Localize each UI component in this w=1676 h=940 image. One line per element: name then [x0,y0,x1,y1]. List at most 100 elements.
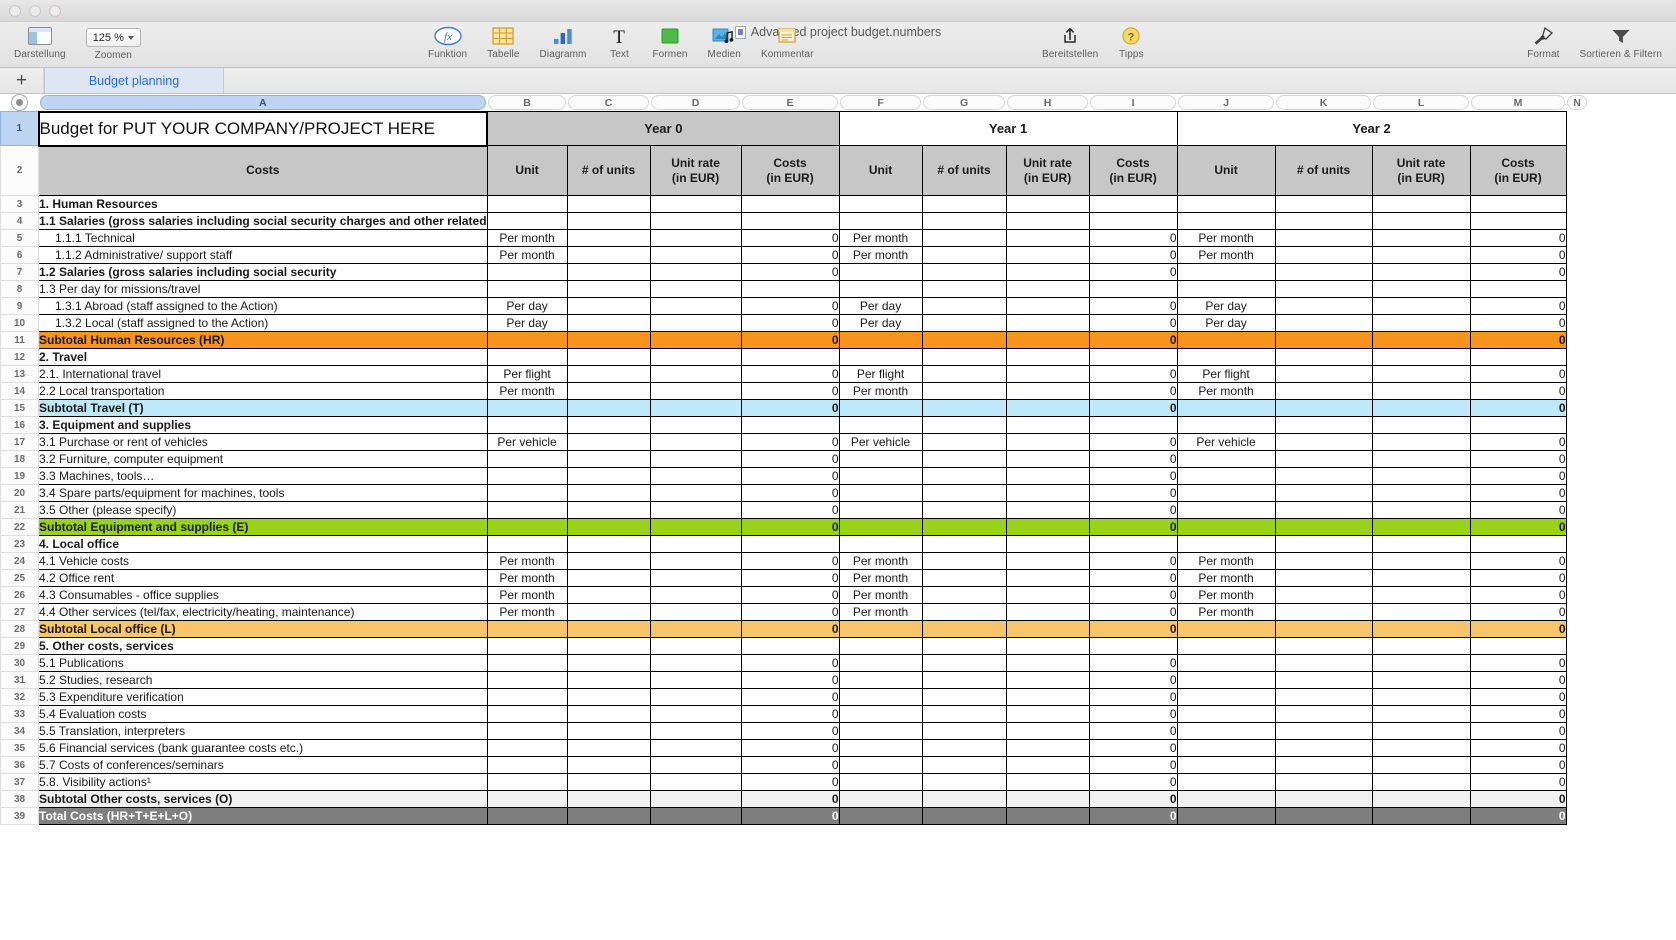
cell-y0-costs-r39[interactable]: 0 [741,808,839,825]
cell-y0-rate-r23[interactable] [650,536,741,553]
cell-y0-rate-r12[interactable] [650,349,741,366]
cell-y2-costs-r35[interactable]: 0 [1470,740,1566,757]
cell-y2-units-r29[interactable] [1275,638,1372,655]
row-label-cell[interactable]: 1.1.1 Technical [39,230,488,247]
cell-y1-units-r14[interactable] [922,383,1006,400]
column-header-l[interactable]: L [1373,95,1469,110]
cell-y1-costs-r4[interactable] [1089,213,1177,230]
column-header-d[interactable]: D [651,95,740,110]
cell-y2-unit-r36[interactable] [1177,757,1275,774]
cell-y2-units-r28[interactable] [1275,621,1372,638]
cell-y1-units-r16[interactable] [922,417,1006,434]
cell-y1-unit-r29[interactable] [839,638,922,655]
costs-column-header[interactable]: Costs [39,146,488,196]
cell-y1-unit-r15[interactable] [839,400,922,417]
cell-y2-rate-r24[interactable] [1372,553,1470,570]
cell-y2-rate-r35[interactable] [1372,740,1470,757]
cell-y0-rate-r3[interactable] [650,196,741,213]
cell-y0-units-r27[interactable] [567,604,650,621]
cell-y0-rate-r29[interactable] [650,638,741,655]
cell-y1-rate-r38[interactable] [1006,791,1089,808]
cell-y0-rate-r30[interactable] [650,655,741,672]
cell-y1-units-r31[interactable] [922,672,1006,689]
cell-y2-costs-r6[interactable]: 0 [1470,247,1566,264]
column-header-cell[interactable]: A [39,94,488,112]
cell-y2-rate-r19[interactable] [1372,468,1470,485]
cell-y2-rate-r3[interactable] [1372,196,1470,213]
row-header-21[interactable]: 21 [1,502,39,519]
cell-y0-unit-r7[interactable] [487,264,567,281]
column-header-cell[interactable]: C [567,94,650,112]
table-row[interactable]: 132.1. International travelPer flight0Pe… [1,366,1589,383]
cell-y2-rate-r8[interactable] [1372,281,1470,298]
cell-y1-units-r29[interactable] [922,638,1006,655]
row-label-cell[interactable]: 5.7 Costs of conferences/seminars [39,757,488,774]
cell-y0-units-r14[interactable] [567,383,650,400]
cell-y2-costs-r9[interactable]: 0 [1470,298,1566,315]
cell-y2-costs-r21[interactable]: 0 [1470,502,1566,519]
cell-y0-unit-r20[interactable] [487,485,567,502]
row-label-cell[interactable]: Total Costs (HR+T+E+L+O) [39,808,488,825]
row-header-38[interactable]: 38 [1,791,39,808]
col-header-y0-units[interactable]: # of units [567,146,650,196]
cell-y2-units-r17[interactable] [1275,434,1372,451]
cell-y2-unit-r28[interactable] [1177,621,1275,638]
cell-y0-costs-r24[interactable]: 0 [741,553,839,570]
cell-y0-unit-r25[interactable]: Per month [487,570,567,587]
cell-y2-costs-r26[interactable]: 0 [1470,587,1566,604]
cell-y0-rate-r17[interactable] [650,434,741,451]
cell-y0-units-r22[interactable] [567,519,650,536]
cell-y1-units-r39[interactable] [922,808,1006,825]
row-header-24[interactable]: 24 [1,553,39,570]
row-label-cell[interactable]: Subtotal Local office (L) [39,621,488,638]
cell-y1-costs-r7[interactable]: 0 [1089,264,1177,281]
row-header-20[interactable]: 20 [1,485,39,502]
row-header-39[interactable]: 39 [1,808,39,825]
cell-y2-unit-r4[interactable] [1177,213,1275,230]
cell-y1-unit-r26[interactable]: Per month [839,587,922,604]
cell-y1-units-r11[interactable] [922,332,1006,349]
cell-y1-units-r15[interactable] [922,400,1006,417]
table-handle-icon[interactable] [11,94,28,111]
cell-y0-unit-r17[interactable]: Per vehicle [487,434,567,451]
cell-y2-costs-r30[interactable]: 0 [1470,655,1566,672]
column-header-cell[interactable]: N [1566,94,1589,112]
column-header-cell[interactable]: F [839,94,922,112]
cell-y2-costs-r29[interactable] [1470,638,1566,655]
cell-y1-unit-r8[interactable] [839,281,922,298]
cell-y0-units-r9[interactable] [567,298,650,315]
cell-y0-costs-r25[interactable]: 0 [741,570,839,587]
cell-y0-rate-r24[interactable] [650,553,741,570]
view-button[interactable]: Darstellung [4,22,76,60]
row-header-28[interactable]: 28 [1,621,39,638]
cell-y2-units-r37[interactable] [1275,774,1372,791]
cell-y1-units-r17[interactable] [922,434,1006,451]
cell-y2-rate-r34[interactable] [1372,723,1470,740]
row-header-31[interactable]: 31 [1,672,39,689]
cell-y0-rate-r14[interactable] [650,383,741,400]
row-label-cell[interactable]: 2.2 Local transportation [39,383,488,400]
year-group-header-2[interactable]: Year 2 [1177,112,1566,146]
cell-y2-unit-r6[interactable]: Per month [1177,247,1275,264]
cell-y1-unit-r21[interactable] [839,502,922,519]
cell-y1-costs-r25[interactable]: 0 [1089,570,1177,587]
cell-y2-unit-r25[interactable]: Per month [1177,570,1275,587]
cell-y1-units-r4[interactable] [922,213,1006,230]
cell-y2-unit-r8[interactable] [1177,281,1275,298]
cell-y2-unit-r22[interactable] [1177,519,1275,536]
cell-y0-costs-r5[interactable]: 0 [741,230,839,247]
cell-y0-rate-r10[interactable] [650,315,741,332]
cell-y1-costs-r36[interactable]: 0 [1089,757,1177,774]
cell-y1-rate-r29[interactable] [1006,638,1089,655]
cell-y0-rate-r39[interactable] [650,808,741,825]
row-header-25[interactable]: 25 [1,570,39,587]
cell-y2-units-r27[interactable] [1275,604,1372,621]
cell-y0-units-r25[interactable] [567,570,650,587]
table-row[interactable]: 365.7 Costs of conferences/seminars000 [1,757,1589,774]
cell-y2-unit-r32[interactable] [1177,689,1275,706]
column-header-a[interactable]: A [40,95,487,110]
cell-y2-costs-r5[interactable]: 0 [1470,230,1566,247]
cell-y1-rate-r28[interactable] [1006,621,1089,638]
cell-y1-costs-r29[interactable] [1089,638,1177,655]
cell-y1-costs-r23[interactable] [1089,536,1177,553]
